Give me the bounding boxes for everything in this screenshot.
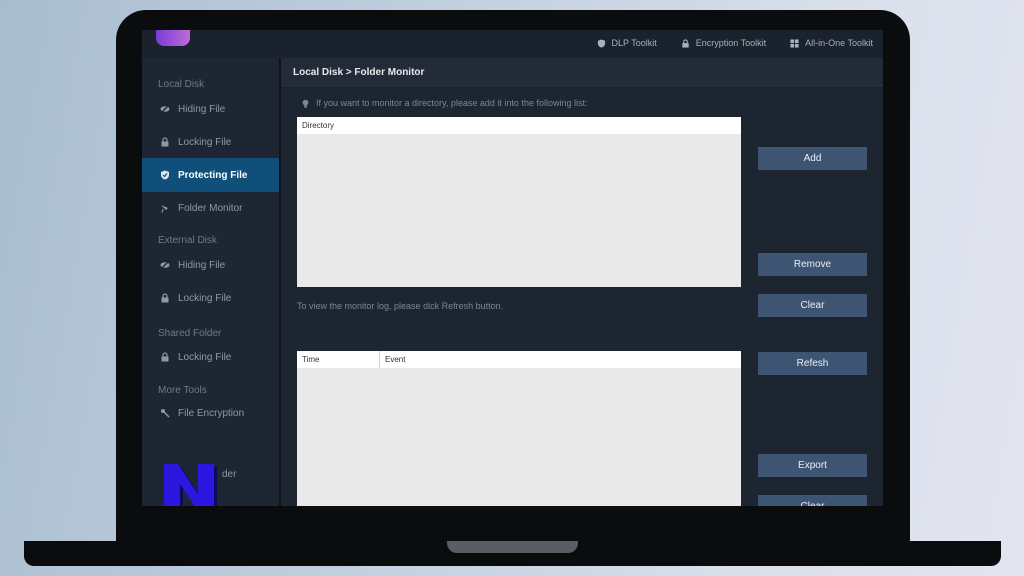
eye-hidden-icon: [160, 104, 170, 114]
clear-directories-button[interactable]: Clear: [758, 294, 867, 317]
key-icon: [161, 409, 170, 418]
toolkit-links: DLP Toolkit Encryption Toolkit All-in-On…: [597, 38, 873, 48]
app-logo-icon: [156, 30, 190, 46]
sidebar-item-label: Locking File: [178, 351, 232, 363]
sidebar: Local Disk Hiding File Locking File Prot…: [142, 58, 279, 506]
sidebar-item-shared-locking-file[interactable]: Locking File: [142, 340, 279, 374]
column-header-directory[interactable]: Directory: [297, 117, 741, 134]
sidebar-item-label: Hiding File: [178, 103, 226, 115]
remove-button[interactable]: Remove: [758, 253, 867, 276]
directory-list[interactable]: Directory: [297, 117, 741, 287]
section-shared-folder: Shared Folder: [158, 328, 222, 339]
lock-icon: [682, 38, 689, 48]
dlp-toolkit-label: DLP Toolkit: [611, 38, 657, 48]
all-in-one-toolkit-link[interactable]: All-in-One Toolkit: [790, 38, 873, 48]
refresh-button[interactable]: Refesh: [758, 352, 867, 375]
clear-log-button[interactable]: Clear: [758, 495, 867, 506]
grid-icon: [790, 38, 799, 48]
column-header-event[interactable]: Event: [379, 351, 741, 368]
all-in-one-toolkit-label: All-in-One Toolkit: [805, 38, 873, 48]
add-button[interactable]: Add: [758, 147, 867, 170]
sidebar-item-label: Protecting File: [178, 169, 248, 181]
monitor-hint: If you want to monitor a directory, plea…: [301, 98, 587, 108]
export-button[interactable]: Export: [758, 454, 867, 477]
sidebar-item-local-folder-monitor[interactable]: Folder Monitor: [142, 191, 279, 225]
section-external-disk: External Disk: [158, 235, 217, 246]
lock-icon: [161, 137, 169, 147]
sidebar-item-local-locking-file[interactable]: Locking File: [142, 125, 279, 159]
app-window: DLP Toolkit Encryption Toolkit All-in-On…: [142, 30, 883, 506]
main-content: Local Disk > Folder Monitor If you want …: [281, 58, 883, 506]
sidebar-item-local-protecting-file[interactable]: Protecting File: [142, 158, 279, 192]
breadcrumb: Local Disk > Folder Monitor: [293, 67, 425, 78]
section-more-tools: More Tools: [158, 385, 207, 396]
shield-icon: [597, 38, 605, 48]
monitor-hint-text: If you want to monitor a directory, plea…: [316, 98, 588, 108]
encryption-toolkit-link[interactable]: Encryption Toolkit: [681, 38, 766, 48]
sidebar-item-label: Folder Monitor: [178, 202, 243, 214]
sidebar-item-label: Locking File: [178, 292, 232, 304]
column-header-time[interactable]: Time: [297, 351, 379, 368]
eye-hidden-icon: [160, 260, 170, 270]
sidebar-item-local-hiding-file[interactable]: Hiding File: [142, 92, 279, 126]
lock-icon: [161, 293, 169, 303]
encryption-toolkit-label: Encryption Toolkit: [695, 38, 767, 48]
n-logo-icon: [164, 464, 217, 506]
breadcrumb-bar: Local Disk > Folder Monitor: [281, 58, 883, 86]
sidebar-item-external-hiding-file[interactable]: Hiding File: [142, 248, 279, 282]
title-bar: DLP Toolkit Encryption Toolkit All-in-On…: [142, 30, 883, 58]
log-list-header: Time Event: [297, 351, 741, 368]
laptop-notch: [447, 541, 578, 553]
sidebar-item-external-locking-file[interactable]: Locking File: [142, 281, 279, 315]
shield-check-icon: [161, 170, 169, 180]
directory-list-header: Directory: [297, 117, 741, 134]
sidebar-item-label: File Encryption: [178, 407, 245, 419]
lightbulb-icon: [302, 99, 309, 108]
sidebar-item-label: Locking File: [178, 136, 232, 148]
sidebar-item-file-encryption[interactable]: File Encryption: [142, 396, 279, 430]
dlp-toolkit-link[interactable]: DLP Toolkit: [597, 38, 657, 48]
log-hint: To view the monitor log, please dick Ref…: [297, 301, 503, 311]
sidebar-item-partial[interactable]: der: [222, 469, 236, 480]
monitor-camera-icon: [161, 205, 168, 213]
log-list[interactable]: Time Event: [297, 351, 741, 506]
log-hint-text: To view the monitor log, please dick Ref…: [297, 301, 504, 311]
section-local-disk: Local Disk: [158, 79, 205, 90]
sidebar-item-label: Hiding File: [178, 259, 226, 271]
lock-icon: [161, 352, 169, 362]
